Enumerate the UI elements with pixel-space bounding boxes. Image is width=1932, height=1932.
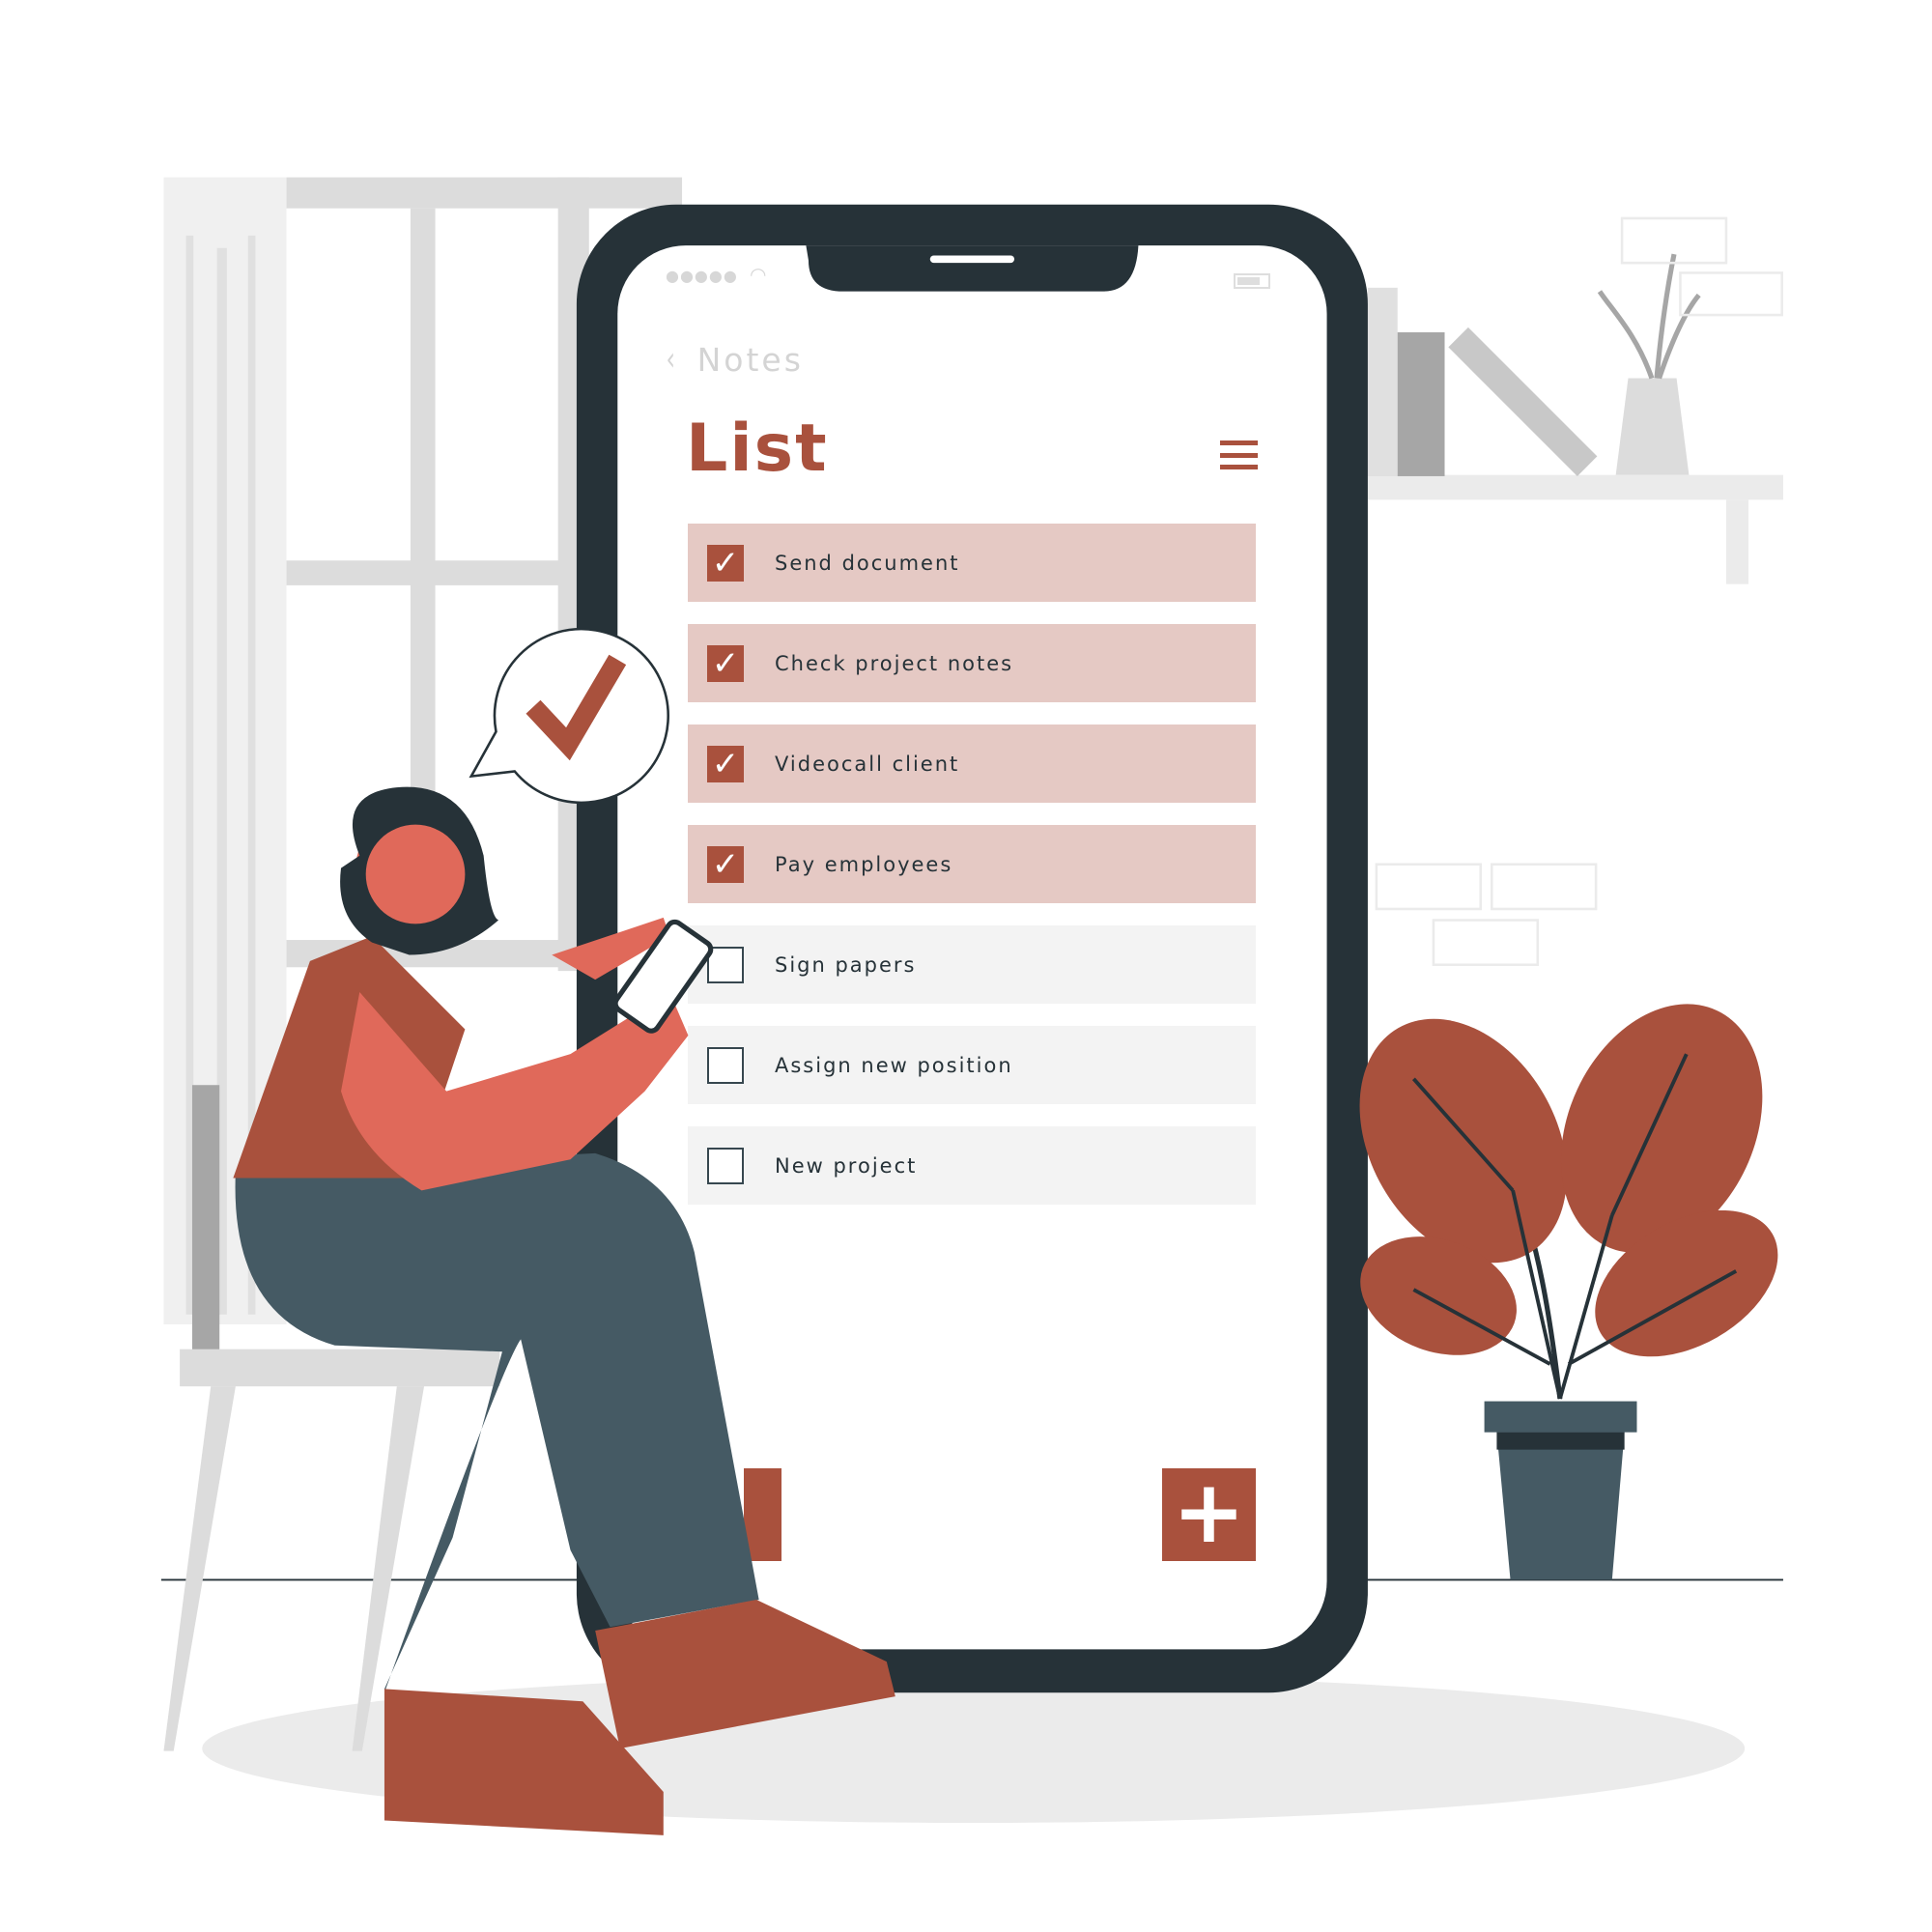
shoe (595, 1599, 895, 1749)
speech-bubble (469, 627, 669, 805)
illustration: ●●●●● ◠ ‹ Notes List ✓ Send document ✓ C… (0, 0, 1932, 1932)
foreground-scene (233, 627, 895, 1835)
woman (233, 786, 895, 1835)
